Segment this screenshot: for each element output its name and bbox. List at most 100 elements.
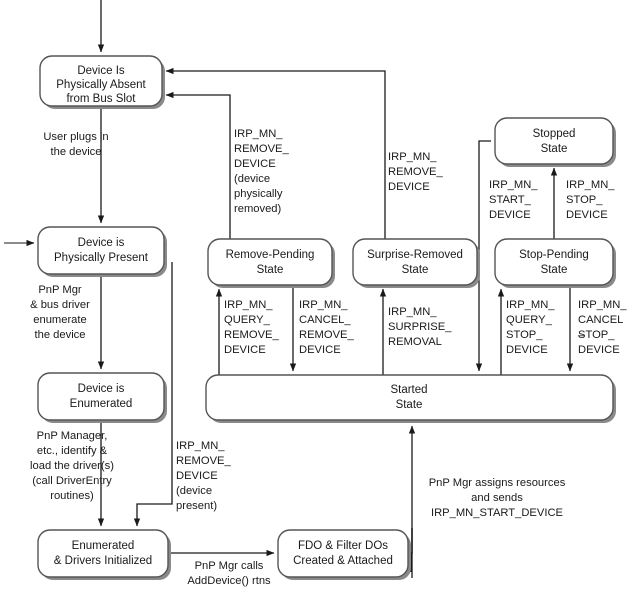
edge-stopped-to-started [475,140,491,372]
label-cancel-stop-device: IRP_MN_ CANCEL STOP_ DEVICE _ [577,299,627,356]
svg-text:State: State [541,264,568,276]
svg-text:present): present) [176,500,217,512]
svg-text:etc., identify &: etc., identify & [37,445,108,457]
svg-text:PnP Mgr assigns resources: PnP Mgr assigns resources [429,477,566,489]
svg-text:REMOVE_: REMOVE_ [224,329,279,341]
svg-text:State: State [257,264,284,276]
svg-text:State: State [402,264,429,276]
svg-text:REMOVE_: REMOVE_ [299,329,354,341]
svg-text:(device: (device [234,173,270,185]
svg-text:Enumerated: Enumerated [70,398,133,410]
svg-text:IRP_MN_: IRP_MN_ [388,151,437,163]
state-stopped[interactable]: Stopped State [494,117,616,167]
state-drivers-initialized[interactable]: Enumerated & Drivers Initialized [37,529,171,580]
svg-text:removed): removed) [234,203,282,215]
svg-text:STOP_: STOP_ [506,329,543,341]
state-remove-pending[interactable]: Remove-Pending State [207,238,335,288]
state-fdo-attached-label: FDO & Filter DOs [298,540,388,552]
svg-text:DEVICE: DEVICE [578,344,620,356]
svg-text:REMOVE_: REMOVE_ [388,166,443,178]
svg-text:DEVICE: DEVICE [506,344,548,356]
svg-text:State: State [541,143,568,155]
label-remove-device-surprise-path: IRP_MN_ REMOVE_ DEVICE [388,151,443,193]
svg-text:DEVICE: DEVICE [234,158,276,170]
svg-text:QUERY_: QUERY_ [224,314,271,326]
state-remove-pending-label: Remove-Pending [226,249,315,261]
label-pnp-mgr-assigns-resources: PnP Mgr assigns resources and sends IRP_… [429,477,566,519]
label-user-plugs-in: User plugs in the device [43,131,108,158]
svg-text:IRP_MN_: IRP_MN_ [224,299,273,311]
svg-text:routines): routines) [50,490,94,502]
svg-text:IRP_MN_: IRP_MN_ [578,299,627,311]
svg-text:from Bus Slot: from Bus Slot [66,93,136,105]
label-surprise-removal: IRP_MN_ SURPRISE_ REMOVAL [388,306,452,348]
svg-text:IRP_MN_: IRP_MN_ [299,299,348,311]
svg-text:SURPRISE_: SURPRISE_ [388,321,452,333]
svg-text:REMOVAL: REMOVAL [388,336,442,348]
svg-text:and sends: and sends [471,492,523,504]
state-started-label: Started [390,384,427,396]
svg-text:PnP Mgr: PnP Mgr [38,284,82,296]
svg-text:AddDevice() rtns: AddDevice() rtns [187,575,271,587]
svg-text:the device: the device [51,146,102,158]
svg-text:(call DriverEntry: (call DriverEntry [32,475,112,487]
svg-text:the device: the device [35,329,86,341]
edge-removepending-to-absent [165,91,231,262]
svg-text:DEVICE: DEVICE [489,209,531,221]
svg-text:PnP Manager,: PnP Manager, [37,430,108,442]
state-drivers-initialized-label: Enumerated [72,540,135,552]
state-fdo-attached[interactable]: FDO & Filter DOs Created & Attached [277,529,411,580]
label-remove-device-physically-removed: IRP_MN_ REMOVE_ DEVICE (device physicall… [234,128,289,215]
state-surprise-removed[interactable]: Surprise-Removed State [352,238,480,288]
svg-text:& Drivers Initialized: & Drivers Initialized [54,555,152,567]
state-stop-pending-label: Stop-Pending [519,249,589,261]
svg-text:STOP_: STOP_ [566,194,603,206]
svg-text:DEVICE: DEVICE [176,470,218,482]
edge-labels-layer: User plugs in the device PnP Mgr & bus d… [30,128,627,587]
state-device-present[interactable]: Device is Physically Present [37,226,167,277]
label-stop-device: IRP_MN_ STOP_ DEVICE [566,179,615,221]
svg-text:DEVICE: DEVICE [224,344,266,356]
label-cancel-remove-device: IRP_MN_ CANCEL_ REMOVE_ DEVICE [299,299,354,356]
label-query-remove-device: IRP_MN_ QUERY_ REMOVE_ DEVICE [224,299,279,356]
svg-text:load the driver(s): load the driver(s) [30,460,114,472]
svg-text:IRP_MN_: IRP_MN_ [388,306,437,318]
label-query-stop-device: IRP_MN_ QUERY_ STOP_ DEVICE [506,299,555,356]
svg-text:REMOVE_: REMOVE_ [176,455,231,467]
svg-text:PnP Mgr calls: PnP Mgr calls [195,560,264,572]
state-started[interactable]: Started State [205,374,616,423]
svg-text:IRP_MN_: IRP_MN_ [506,299,555,311]
pnp-state-diagram: Device Is Physically Absent from Bus Slo… [0,0,627,591]
svg-text:IRP_MN_: IRP_MN_ [489,179,538,191]
state-device-absent-label: Device Is [77,65,125,77]
svg-text:CANCEL: CANCEL [578,314,623,326]
svg-text:State: State [396,399,423,411]
svg-text:IRP_MN_START_DEVICE: IRP_MN_START_DEVICE [431,507,563,519]
diagram-canvas: Device Is Physically Absent from Bus Slo… [4,0,627,587]
svg-text:REMOVE_: REMOVE_ [234,143,289,155]
svg-text:Created & Attached: Created & Attached [293,555,393,567]
svg-text:Physically Present: Physically Present [54,252,149,264]
state-device-absent[interactable]: Device Is Physically Absent from Bus Slo… [39,55,165,109]
state-device-enumerated-label: Device is [78,383,125,395]
svg-text:(device: (device [176,485,212,497]
svg-text:CANCEL_: CANCEL_ [299,314,351,326]
svg-text:QUERY_: QUERY_ [506,314,553,326]
label-start-device-stopped: IRP_MN_ START_ DEVICE [489,179,538,221]
state-stop-pending[interactable]: Stop-Pending State [494,238,616,288]
svg-text:Physically Absent: Physically Absent [56,79,146,91]
label-pnp-mgr-adddevice: PnP Mgr calls AddDevice() rtns [187,560,271,587]
svg-text:physically: physically [234,188,283,200]
svg-text:enumerate: enumerate [33,314,87,326]
svg-text:IRP_MN_: IRP_MN_ [234,128,283,140]
svg-text:& bus driver: & bus driver [30,299,90,311]
svg-text:IRP_MN_: IRP_MN_ [176,440,225,452]
svg-text:User plugs in: User plugs in [43,131,108,143]
state-device-enumerated[interactable]: Device is Enumerated [37,372,167,423]
state-surprise-removed-label: Surprise-Removed [367,249,463,261]
svg-text:DEVICE: DEVICE [299,344,341,356]
svg-text:_: _ [577,325,585,337]
svg-text:DEVICE: DEVICE [566,209,608,221]
svg-text:IRP_MN_: IRP_MN_ [566,179,615,191]
label-remove-device-device-present: IRP_MN_ REMOVE_ DEVICE (device present) [176,440,231,512]
